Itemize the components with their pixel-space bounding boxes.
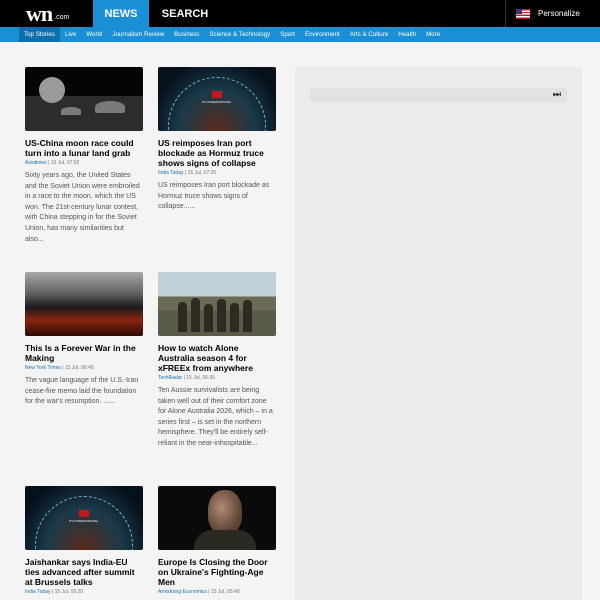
nav-journalism-review[interactable]: Journalism Review [107, 27, 169, 42]
person-shape [204, 304, 213, 332]
nav-business[interactable]: Business [169, 27, 204, 42]
article-headline[interactable]: How to watch Alone Australia season 4 fo… [158, 343, 276, 373]
network-logo-icon [79, 510, 89, 517]
article-headline[interactable]: US-China moon race could turn into a lun… [25, 138, 143, 158]
article-headline[interactable]: US reimposes Iran port blockade as Hormu… [158, 138, 276, 168]
person-shape [230, 303, 239, 332]
article-thumbnail[interactable]: ITV INTERNATIONAL [158, 67, 276, 131]
article-source[interactable]: TechRadar [158, 375, 182, 381]
article-card: This Is a Forever War in the Making New … [25, 272, 143, 408]
person-shape [191, 298, 200, 332]
tab-news[interactable]: NEWS [93, 0, 149, 27]
portrait-body-shape [194, 530, 256, 550]
dome-arc-shape [35, 496, 133, 550]
article-card: US-China moon race could turn into a lun… [25, 67, 143, 245]
article-card: ITV INTERNATIONAL US reimposes Iran port… [158, 67, 276, 213]
section-nav: Top Stories Live World Journalism Review… [0, 27, 600, 42]
fast-forward-icon[interactable]: ⏭ [553, 89, 561, 100]
article-card: How to watch Alone Australia season 4 fo… [158, 272, 276, 450]
article-thumbnail[interactable]: ITV INTERNATIONAL [25, 486, 143, 550]
article-meta: Asiatimes | 15 Jul, 07:52 [25, 160, 80, 166]
article-summary: The vague language of the U.S.-Iran ceas… [25, 377, 139, 406]
personalize-button[interactable]: Personalize [505, 0, 600, 27]
person-shape [217, 299, 226, 332]
article-thumbnail[interactable] [25, 67, 143, 131]
article-summary: Sixty years ago, the United States and t… [25, 172, 140, 243]
article-time: 15 Jul, 07:52 [50, 160, 80, 166]
dome-arc-shape [168, 77, 266, 131]
personalize-label: Personalize [538, 9, 580, 18]
person-shape [243, 300, 252, 332]
article-meta: Armstrong Economics | 15 Jul, 05:48 [158, 589, 240, 595]
nav-environment[interactable]: Environment [300, 27, 345, 42]
article-meta: TechRadar | 15 Jul, 06:30 [158, 375, 215, 381]
network-logo-icon [212, 91, 222, 98]
nav-more[interactable]: More [421, 27, 445, 42]
article-source[interactable]: Armstrong Economics [158, 589, 207, 595]
nav-health[interactable]: Health [393, 27, 421, 42]
article-thumbnail[interactable] [25, 272, 143, 336]
article-summary: US reimposes Iran port blockade as Hormu… [158, 182, 270, 211]
article-source[interactable]: India Today [158, 170, 183, 176]
article-thumbnail[interactable] [158, 486, 276, 550]
article-source[interactable]: New York Times [25, 365, 61, 371]
nav-world[interactable]: World [81, 27, 107, 42]
person-shape [178, 302, 187, 332]
main-content: US-China moon race could turn into a lun… [0, 42, 600, 600]
article-meta: India Today | 15 Jul, 07:26 [158, 170, 217, 176]
article-thumbnail[interactable] [158, 272, 276, 336]
top-bar: wn .com NEWS SEARCH Personalize [0, 0, 600, 27]
logo-main: wn [26, 0, 53, 26]
article-meta: New York Times | 15 Jul, 06:49 [25, 365, 94, 371]
article-source[interactable]: Asiatimes [25, 160, 47, 166]
nav-arts-culture[interactable]: Arts & Culture [345, 27, 394, 42]
article-time: 15 Jul, 05:48 [210, 589, 240, 595]
nav-sport[interactable]: Sport [275, 27, 300, 42]
article-source[interactable]: India Today [25, 589, 50, 595]
thumbnail-caption: ITV INTERNATIONAL [202, 100, 232, 104]
us-flag-icon [516, 8, 530, 19]
logo-suffix: .com [54, 14, 70, 21]
crater-shape [61, 107, 81, 115]
article-meta: India Today | 15 Jul, 06:20 [25, 589, 84, 595]
article-headline[interactable]: Jaishankar says India-EU ties advanced a… [25, 557, 143, 587]
moon-lander-shape [39, 77, 65, 103]
article-summary: Ten Aussie survivalists are being taken … [158, 387, 273, 447]
article-time: 15 Jul, 06:30 [186, 375, 215, 381]
article-time: 15 Jul, 07:26 [187, 170, 217, 176]
nav-science-technology[interactable]: Science & Technology [204, 27, 275, 42]
article-headline[interactable]: This Is a Forever War in the Making [25, 343, 143, 363]
portrait-head-shape [208, 490, 242, 534]
site-logo[interactable]: wn .com [0, 0, 93, 27]
tab-search[interactable]: SEARCH [149, 0, 221, 27]
nav-live[interactable]: Live [60, 27, 81, 42]
side-panel: ⏭ [295, 67, 582, 600]
article-time: 15 Jul, 06:20 [54, 589, 84, 595]
nav-top-stories[interactable]: Top Stories [19, 27, 60, 42]
media-control-bar[interactable]: ⏭ [310, 88, 567, 102]
article-card: ITV INTERNATIONAL Jaishankar says India-… [25, 486, 143, 595]
thumbnail-caption: ITV INTERNATIONAL [69, 519, 99, 523]
article-time: 15 Jul, 06:49 [64, 365, 94, 371]
article-headline[interactable]: Europe Is Closing the Door on Ukraine's … [158, 557, 276, 587]
rover-shape [95, 101, 125, 113]
article-card: Europe Is Closing the Door on Ukraine's … [158, 486, 276, 595]
